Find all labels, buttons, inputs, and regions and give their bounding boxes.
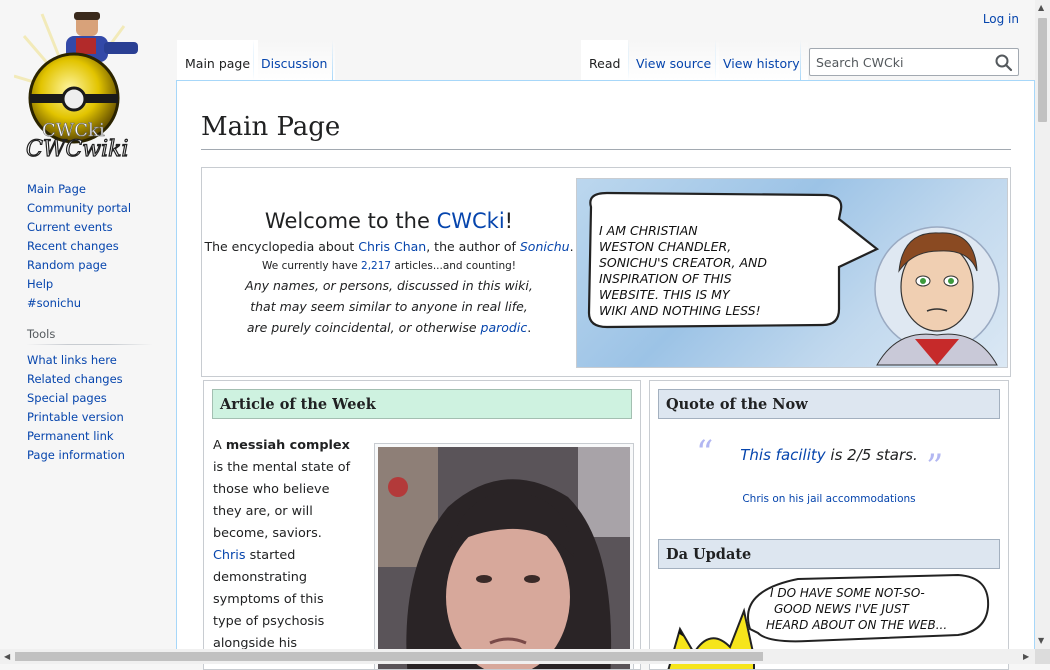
sidebar-item-main-page[interactable]: Main Page: [27, 182, 86, 196]
disclaimer-line: that may seem similar to anyone in real …: [250, 299, 528, 314]
tab-separator: [332, 40, 333, 80]
welcome-comic-image[interactable]: I AM CHRISTIAN WESTON CHANDLER, SONICHU'…: [576, 178, 1008, 368]
article-thumbnail[interactable]: [374, 443, 634, 669]
sidebar-item-what-links-here[interactable]: What links here: [27, 353, 117, 367]
search-button[interactable]: [994, 53, 1014, 73]
sidebar-item-printable-version[interactable]: Printable version: [27, 410, 124, 424]
search-input[interactable]: [810, 49, 990, 75]
navigation-list: Main Page Community portal Current event…: [0, 180, 176, 313]
vertical-scrollbar[interactable]: ▲ ▼: [1035, 0, 1050, 649]
sidebar-item-sonichu[interactable]: #sonichu: [27, 296, 81, 310]
quote-of-the-now-heading: Quote of the Now: [658, 389, 1000, 419]
page-title: Main Page: [201, 111, 1011, 150]
search-icon: [995, 54, 1013, 72]
comic-speech-line: WEBSITE. THIS IS MY: [599, 287, 731, 302]
sidebar: Main Page Community portal Current event…: [0, 180, 176, 465]
scroll-right-icon[interactable]: ▶: [1023, 653, 1029, 661]
tab-main-page[interactable]: Main page: [177, 40, 259, 80]
sidebar-item-help[interactable]: Help: [27, 277, 53, 291]
sidebar-item-special-pages[interactable]: Special pages: [27, 391, 107, 405]
da-update-heading: Da Update: [658, 539, 1000, 569]
update-comic-speech-line: HEARD ABOUT ON THE WEB...: [766, 618, 947, 632]
parodic-link[interactable]: parodic: [481, 320, 528, 335]
sidebar-item-page-information[interactable]: Page information: [27, 448, 125, 462]
quote-of-the-now-panel: Quote of the Now “ ” This facility is 2/…: [649, 380, 1009, 670]
svg-text:CWCwiki: CWCwiki: [26, 137, 129, 160]
tools-list: What links here Related changes Special …: [0, 351, 176, 465]
chris-chan-link[interactable]: Chris Chan: [358, 239, 426, 254]
welcome-box: Welcome to the CWCki! The encyclopedia a…: [201, 167, 1011, 377]
article-of-the-week-panel: Article of the Week A messiah complex is…: [203, 380, 641, 670]
sonichu-link[interactable]: Sonichu: [520, 239, 570, 254]
update-comic-speech-line: GOOD NEWS I'VE JUST: [774, 602, 910, 616]
horizontal-scroll-thumb[interactable]: [15, 652, 763, 661]
tab-separator: [800, 40, 801, 80]
sidebar-item-community-portal[interactable]: Community portal: [27, 201, 131, 215]
comic-speech-line: I AM CHRISTIAN: [599, 223, 698, 238]
horizontal-scrollbar[interactable]: ◀ ▶: [0, 649, 1035, 664]
welcome-title: Welcome to the CWCki!: [264, 209, 514, 233]
article-count-link[interactable]: 2,217: [361, 260, 391, 272]
article-of-the-week-text: A messiah complex is the mental state of…: [213, 438, 351, 651]
tab-discussion[interactable]: Discussion: [253, 40, 336, 80]
search-box: [809, 48, 1019, 76]
content-area: Main Page Welcome to the CWCki! The ency…: [176, 80, 1035, 670]
update-comic-speech-line: I DO HAVE SOME NOT-SO-: [770, 586, 925, 600]
disclaimer-line: are purely coincidental, or otherwise pa…: [246, 320, 532, 335]
sidebar-item-recent-changes[interactable]: Recent changes: [27, 239, 119, 253]
vertical-scroll-thumb[interactable]: [1038, 18, 1047, 122]
quote-text: This facility is 2/5 stars.: [740, 446, 918, 464]
scrollbar-corner: [1035, 649, 1050, 664]
comic-speech-line: WIKI AND NOTHING LESS!: [599, 303, 761, 318]
sidebar-item-permanent-link[interactable]: Permanent link: [27, 429, 114, 443]
welcome-text: Welcome to the CWCki! The encyclopedia a…: [202, 168, 576, 338]
disclaimer-line: Any names, or persons, discussed in this…: [245, 278, 533, 293]
scroll-left-icon[interactable]: ◀: [4, 653, 10, 661]
article-photo: [378, 447, 630, 669]
sidebar-item-random-page[interactable]: Random page: [27, 258, 107, 272]
welcome-line: The encyclopedia about Chris Chan, the a…: [204, 239, 574, 254]
tab-view-history[interactable]: View history: [715, 40, 808, 80]
tab-read[interactable]: Read: [581, 40, 629, 80]
tab-view-source[interactable]: View source: [628, 40, 720, 80]
quote-block: “ ” This facility is 2/5 stars. Chris on…: [650, 427, 1008, 531]
scroll-down-icon[interactable]: ▼: [1038, 637, 1044, 645]
comic-speech-line: SONICHU'S CREATOR, AND: [599, 255, 767, 270]
this-facility-link[interactable]: This facility: [740, 446, 825, 464]
chris-link[interactable]: Chris: [213, 548, 246, 563]
messiah-complex-term: messiah complex: [225, 438, 350, 453]
quote-attribution-link[interactable]: Chris on his jail accommodations: [650, 493, 1008, 505]
sidebar-item-current-events[interactable]: Current events: [27, 220, 113, 234]
comic-speech-line: INSPIRATION OF THIS: [599, 271, 732, 286]
sidebar-item-related-changes[interactable]: Related changes: [27, 372, 123, 386]
article-count-line: We currently have 2,217 articles...and c…: [262, 260, 516, 272]
cwcki-link[interactable]: CWCki: [437, 209, 505, 233]
comic-speech-line: WESTON CHANDLER,: [599, 239, 731, 254]
login-link[interactable]: Log in: [983, 12, 1019, 26]
article-of-the-week-heading: Article of the Week: [212, 389, 632, 419]
scroll-up-icon[interactable]: ▲: [1038, 4, 1044, 12]
tools-heading: Tools: [27, 327, 152, 345]
site-logo[interactable]: CWCki CWCwiki: [13, 6, 160, 163]
